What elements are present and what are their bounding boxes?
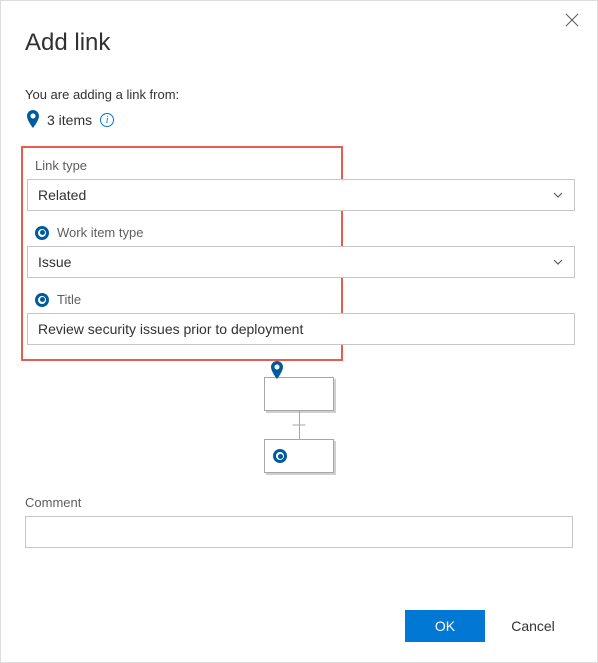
cancel-button[interactable]: Cancel [493, 610, 573, 642]
diagram-source-box [264, 377, 334, 411]
highlighted-section: Link type Related Work item type Issue [21, 146, 343, 361]
title-icon [35, 293, 49, 307]
work-item-type-label: Work item type [57, 225, 143, 240]
work-item-type-select[interactable]: Issue [27, 246, 575, 278]
title-label: Title [57, 292, 81, 307]
items-row: 3 items i [25, 110, 573, 130]
adding-from-label: You are adding a link from: [25, 87, 573, 102]
close-button[interactable] [565, 13, 581, 29]
chevron-down-icon [552, 189, 564, 201]
pin-icon [269, 361, 285, 381]
work-item-type-icon [35, 226, 49, 240]
link-type-label: Link type [35, 158, 575, 173]
work-item-icon [273, 449, 287, 463]
chevron-down-icon [552, 256, 564, 268]
title-value: Review security issues prior to deployme… [38, 321, 303, 337]
info-icon[interactable]: i [100, 113, 114, 127]
dialog-title: Add link [25, 29, 573, 57]
diagram-target-box [264, 439, 334, 473]
dialog-footer: OK Cancel [25, 590, 573, 642]
relationship-diagram [25, 377, 573, 473]
items-count: 3 items [47, 112, 92, 128]
comment-input[interactable] [25, 516, 573, 548]
diagram-connector [299, 411, 300, 439]
title-input[interactable]: Review security issues prior to deployme… [27, 313, 575, 345]
close-icon [565, 13, 579, 27]
link-type-value: Related [38, 187, 86, 203]
ok-button[interactable]: OK [405, 610, 485, 642]
comment-label: Comment [25, 495, 573, 510]
work-item-type-value: Issue [38, 254, 71, 270]
pin-icon [25, 110, 41, 130]
link-type-select[interactable]: Related [27, 179, 575, 211]
add-link-dialog: Add link You are adding a link from: 3 i… [1, 1, 597, 662]
